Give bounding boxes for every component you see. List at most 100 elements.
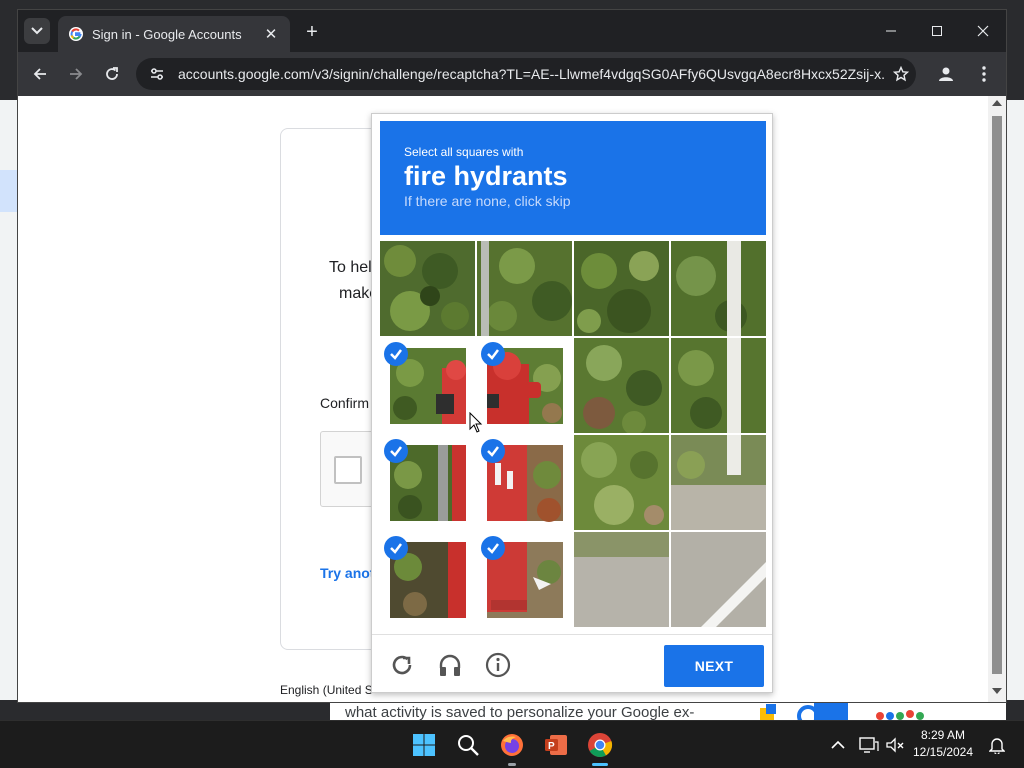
- captcha-tile-selected[interactable]: [380, 435, 475, 530]
- reload-button[interactable]: [98, 60, 126, 88]
- background-window-content-right: [760, 702, 1006, 727]
- audio-challenge-button[interactable]: [436, 651, 464, 679]
- arrow-left-icon: [33, 68, 46, 80]
- scrollbar-thumb[interactable]: [992, 116, 1002, 674]
- bell-icon: [989, 738, 1005, 754]
- site-info-button[interactable]: [146, 63, 168, 85]
- speaker-muted-icon: [886, 737, 904, 753]
- firefox-running-indicator: [508, 763, 516, 766]
- arrow-right-icon: [70, 68, 83, 80]
- forward-button[interactable]: [62, 60, 90, 88]
- signin-description-line1: To hel: [329, 259, 372, 276]
- volume-tray-icon[interactable]: [884, 733, 906, 757]
- show-hidden-icons-button[interactable]: [828, 733, 848, 757]
- captcha-header: Select all squares with fire hydrants If…: [380, 121, 766, 235]
- person-icon: [939, 67, 953, 81]
- profile-button[interactable]: [932, 60, 960, 88]
- grass-pavement-image: [671, 435, 766, 530]
- chrome-active-indicator: [592, 763, 608, 766]
- confirm-label: Confirm: [320, 395, 370, 411]
- captcha-tile[interactable]: [671, 435, 766, 530]
- captcha-grid: [380, 241, 766, 627]
- more-vert-icon: [982, 66, 986, 82]
- try-another-way-link[interactable]: Try anot: [320, 565, 374, 581]
- captcha-skip-hint: If there are none, click skip: [404, 193, 571, 209]
- maximize-button[interactable]: [914, 18, 960, 44]
- notifications-button[interactable]: [986, 733, 1008, 757]
- captcha-tile[interactable]: [574, 532, 669, 627]
- minimize-button[interactable]: [868, 18, 914, 44]
- close-icon: [977, 25, 989, 37]
- scroll-down-arrow-icon[interactable]: [992, 688, 1002, 694]
- captcha-challenge: Select all squares with fire hydrants If…: [371, 113, 773, 693]
- tab-search-button[interactable]: [24, 18, 50, 44]
- firefox-icon: [501, 734, 523, 756]
- recaptcha-checkbox[interactable]: [334, 456, 362, 484]
- new-tab-button[interactable]: +: [300, 20, 324, 44]
- captcha-tile[interactable]: [574, 241, 669, 336]
- selected-check-icon: [384, 536, 408, 560]
- firefox-taskbar-button[interactable]: [496, 729, 528, 761]
- chrome-icon: [588, 733, 613, 758]
- clock[interactable]: 8:29 AM 12/15/2024: [908, 727, 978, 761]
- foliage-pole-image: [671, 241, 766, 336]
- bookmark-button[interactable]: [886, 59, 916, 89]
- google-favicon-icon: [69, 27, 83, 41]
- maximize-icon: [932, 26, 942, 36]
- selected-check-icon: [481, 536, 505, 560]
- powerpoint-taskbar-button[interactable]: P: [540, 729, 572, 761]
- background-window-edge-right: [1006, 100, 1024, 700]
- address-bar[interactable]: accounts.google.com/v3/signin/challenge/…: [136, 58, 916, 90]
- chrome-taskbar-button[interactable]: [584, 729, 616, 761]
- help-button[interactable]: [484, 651, 512, 679]
- close-tab-icon[interactable]: ✕: [262, 25, 280, 43]
- scroll-up-arrow-icon[interactable]: [992, 100, 1002, 106]
- language-selector[interactable]: English (United S: [280, 683, 373, 697]
- captcha-tile[interactable]: [671, 338, 766, 433]
- captcha-footer: NEXT: [372, 634, 772, 692]
- clock-time: 8:29 AM: [920, 728, 966, 742]
- captcha-tile[interactable]: [574, 435, 669, 530]
- tab-sign-in[interactable]: Sign in - Google Accounts ✕: [58, 16, 290, 52]
- url-text[interactable]: accounts.google.com/v3/signin/challenge/…: [178, 66, 886, 82]
- browser-menu-button[interactable]: [970, 60, 998, 88]
- captcha-tile-selected[interactable]: [380, 532, 475, 627]
- search-button[interactable]: [452, 729, 484, 761]
- captcha-tile-selected[interactable]: [477, 435, 572, 530]
- chevron-down-icon: [31, 27, 43, 35]
- start-button[interactable]: [408, 729, 440, 761]
- star-icon: [893, 66, 909, 82]
- page-scrollbar[interactable]: [988, 96, 1006, 702]
- captcha-tile-selected[interactable]: [380, 338, 475, 433]
- foliage-image: [380, 241, 475, 336]
- clock-date: 12/15/2024: [912, 745, 974, 759]
- captcha-tile[interactable]: [380, 241, 475, 336]
- headphones-icon: [439, 654, 461, 676]
- captcha-tile[interactable]: [574, 338, 669, 433]
- pavement-image: [574, 532, 669, 627]
- display-tray-icon[interactable]: [856, 733, 882, 757]
- taskbar: P 8:29 AM 12/15/2024: [0, 720, 1024, 768]
- google-apps-decoration-icon: [760, 702, 924, 727]
- reload-challenge-button[interactable]: [388, 651, 416, 679]
- selected-check-icon: [481, 342, 505, 366]
- next-button[interactable]: NEXT: [664, 645, 764, 687]
- captcha-tile[interactable]: [477, 241, 572, 336]
- mouse-cursor-icon: [469, 412, 483, 433]
- minimize-icon: [886, 30, 896, 32]
- foliage-image: [574, 338, 669, 433]
- info-icon: [485, 652, 511, 678]
- selected-check-icon: [384, 342, 408, 366]
- back-button[interactable]: [26, 60, 54, 88]
- road-marking-image: [671, 532, 766, 627]
- captcha-tile-selected[interactable]: [477, 338, 572, 433]
- monitor-icon: [859, 737, 879, 753]
- captcha-target-object: fire hydrants: [404, 161, 568, 191]
- captcha-tile-selected[interactable]: [477, 532, 572, 627]
- windows-logo-icon: [413, 734, 435, 756]
- foliage-pole-image: [671, 338, 766, 433]
- captcha-tile[interactable]: [671, 241, 766, 336]
- close-window-button[interactable]: [960, 18, 1006, 44]
- captcha-tile[interactable]: [671, 532, 766, 627]
- grass-image: [574, 435, 669, 530]
